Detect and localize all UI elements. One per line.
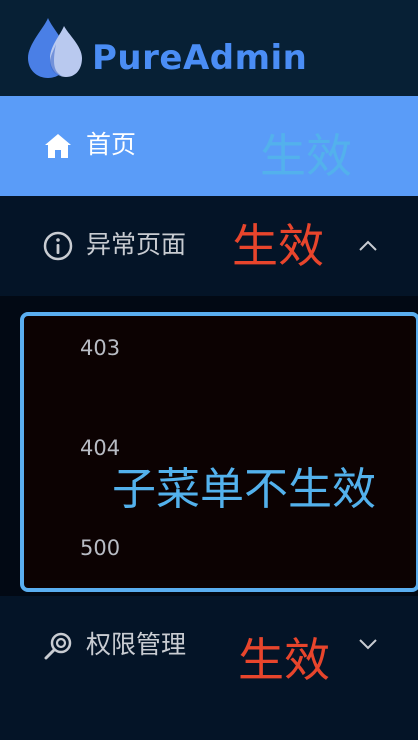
- logo-row[interactable]: PureAdmin: [0, 0, 418, 96]
- sidebar-item-permission[interactable]: 权限管理: [0, 596, 418, 740]
- sidebar-item-home[interactable]: 首页: [0, 96, 418, 196]
- water-drop-icon: [28, 18, 82, 78]
- submenu-item-500[interactable]: 500: [80, 534, 120, 562]
- submenu-item-404[interactable]: 404: [80, 434, 120, 462]
- annotation-home-effective: 生效: [260, 129, 352, 183]
- home-icon: [45, 134, 71, 158]
- sidebar-item-label: 首页: [86, 130, 137, 159]
- sidebar: PureAdmin 首页 异常页面 403 404 500 权限管理 生效 生效: [0, 0, 418, 740]
- chevron-down-icon[interactable]: [358, 638, 378, 650]
- annotation-permission-effective: 生效: [238, 633, 330, 687]
- search-key-icon: [44, 632, 72, 660]
- sidebar-item-label: 异常页面: [86, 230, 187, 259]
- annotation-error-effective: 生效: [232, 219, 324, 273]
- sidebar-item-label: 权限管理: [86, 630, 187, 659]
- info-circle-icon: [43, 231, 73, 261]
- chevron-up-icon[interactable]: [358, 240, 378, 252]
- app-title: PureAdmin: [92, 38, 308, 78]
- annotation-submenu-not-effective: 子菜单不生效: [112, 464, 376, 515]
- submenu-item-403[interactable]: 403: [80, 334, 120, 362]
- sidebar-item-error-pages[interactable]: 异常页面: [0, 196, 418, 296]
